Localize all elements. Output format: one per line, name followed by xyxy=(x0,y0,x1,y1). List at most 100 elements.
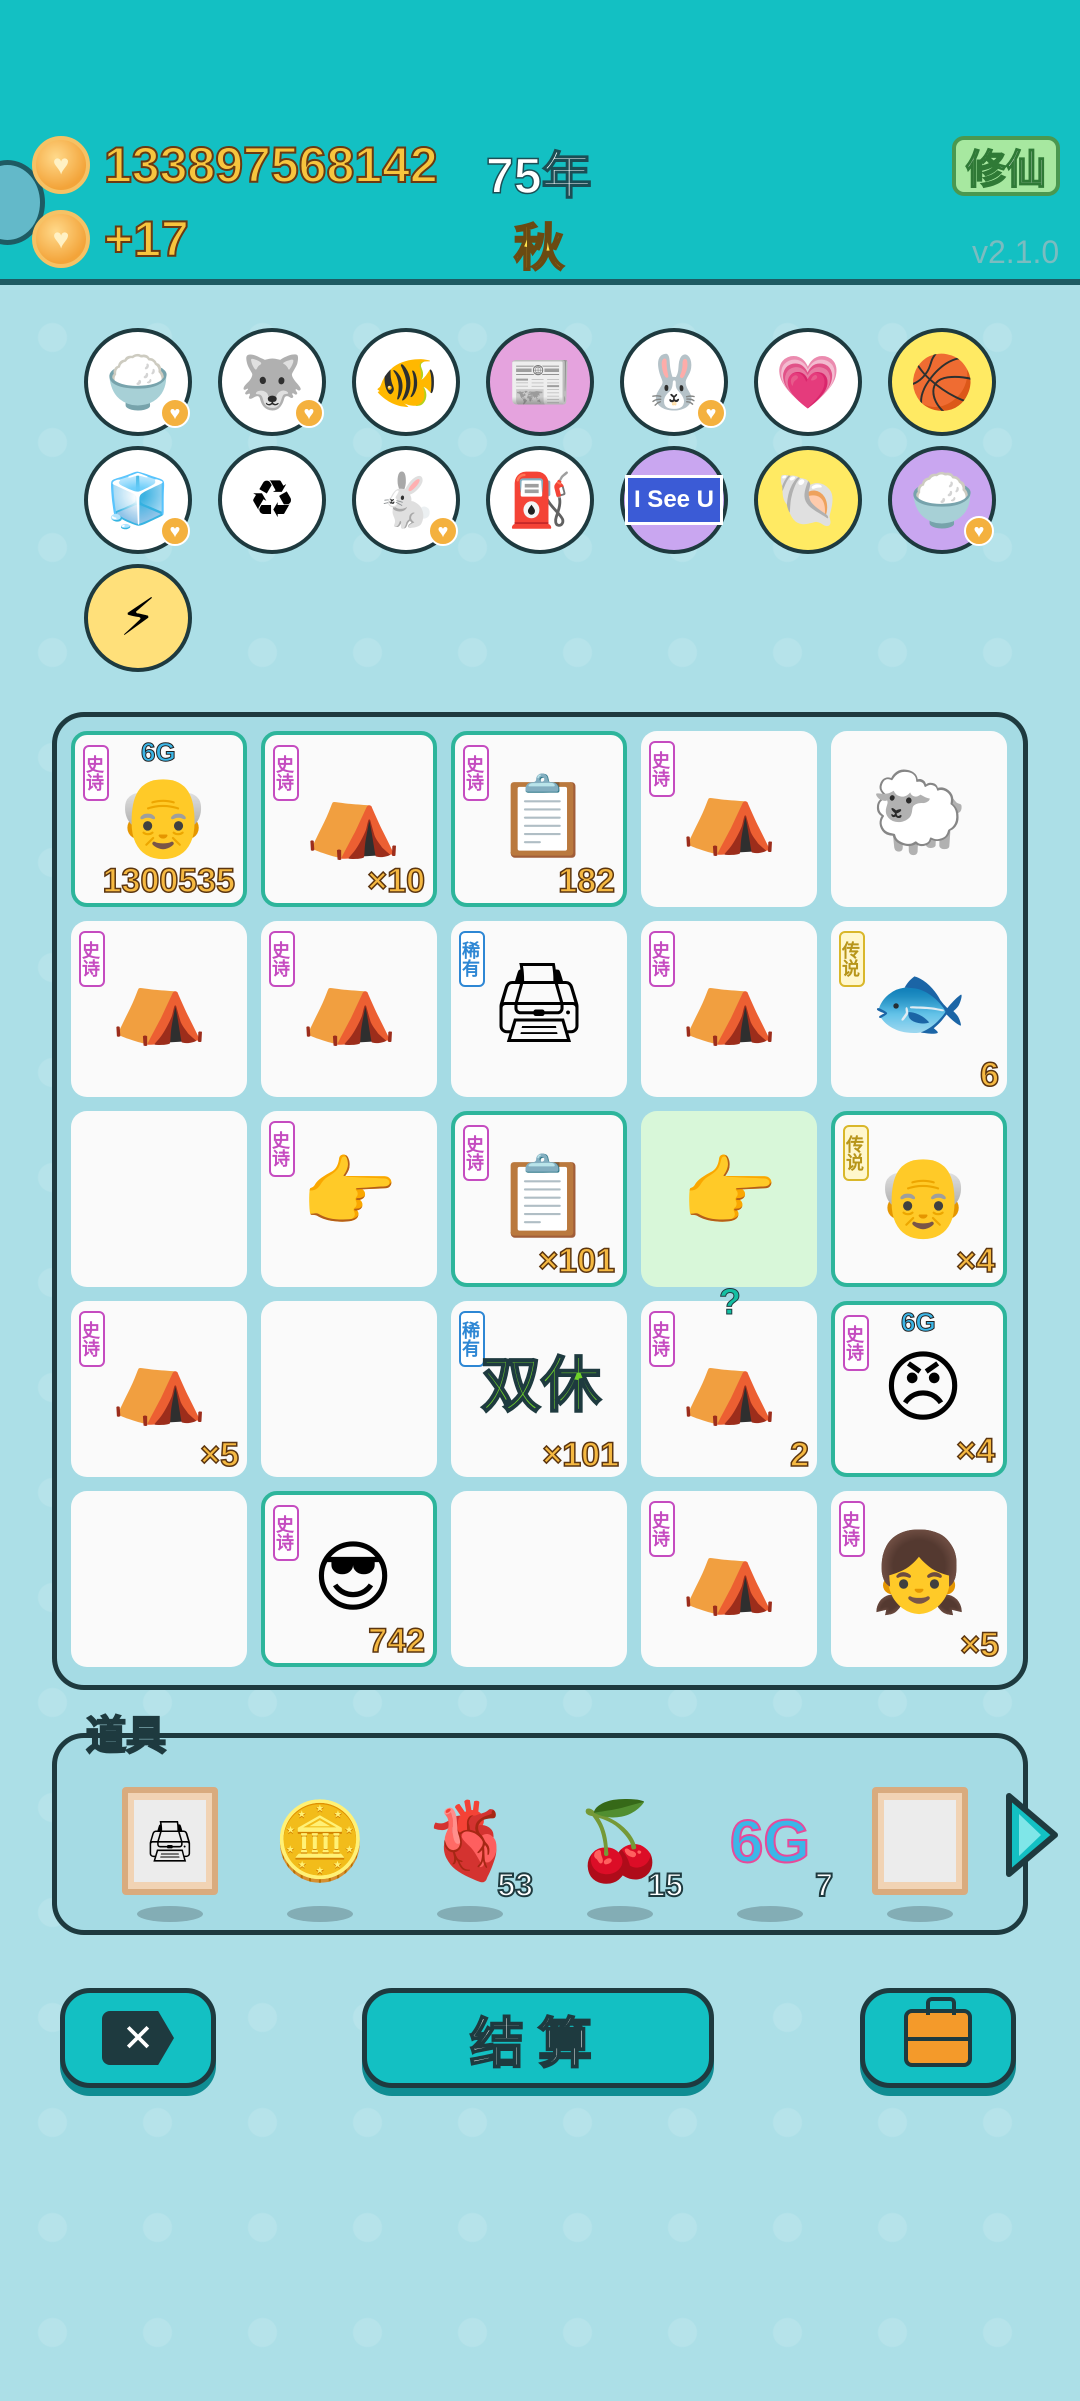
question-mark-icon: ? xyxy=(719,1281,742,1323)
top-status-bar: ♥ 133897568142 ♥ +17 75年 秋 修仙 v2.1.0 xyxy=(0,0,1080,285)
board-cell-pointing-hand-gray[interactable]: 史诗 👉 xyxy=(261,1111,437,1287)
board-cell-rabbit-tent[interactable]: 史诗 ⛺ xyxy=(641,921,817,1097)
picture-frame-icon: 🖨 xyxy=(122,1787,218,1895)
board-cell-empty[interactable] xyxy=(71,1491,247,1667)
briefcase-icon xyxy=(904,1997,972,2067)
bayberry-prop[interactable]: 🍒 15 xyxy=(565,1786,684,1922)
board-cell-sheep[interactable]: 🐑 xyxy=(831,731,1007,907)
rabbit-tent-icon: ⛺ xyxy=(680,1338,778,1426)
rarity-tag: 史诗 xyxy=(649,1501,675,1557)
backpack-button[interactable] xyxy=(860,1988,1016,2088)
heart-fan-icon[interactable]: 💗 xyxy=(754,328,862,436)
board-cell-grumpy-king[interactable]: 史诗 😠 6G ×4 xyxy=(831,1301,1007,1477)
close-button[interactable]: ✕ xyxy=(60,1988,216,2088)
settle-label: 结算 xyxy=(469,2013,606,2075)
collection-item-glyph: 🍚 xyxy=(909,471,975,530)
board-cell-green-hat-man[interactable]: 史诗 😎 742 xyxy=(261,1491,437,1667)
time-magazine-icon[interactable]: 📰 xyxy=(486,328,594,436)
air-pump-icon[interactable]: ⛽ xyxy=(486,446,594,554)
board-cell-rabbit-tent[interactable]: 史诗 ⛺ xyxy=(261,921,437,1097)
rabbit-tent-icon: ⛺ xyxy=(110,1338,208,1426)
prop-shadow xyxy=(587,1906,653,1922)
rabbit-tent-icon: ⛺ xyxy=(110,958,208,1046)
collection-item-glyph: ⛽ xyxy=(507,471,573,530)
board-cell-rabbit-tent[interactable]: 史诗 ⛺ xyxy=(641,731,817,907)
board-cell-braided-girl[interactable]: 史诗 👧 ×5 xyxy=(831,1491,1007,1667)
rabbit-tent-icon: ⛺ xyxy=(680,1528,778,1616)
6g-prop[interactable]: 6G 7 xyxy=(715,1786,834,1922)
coin-prop[interactable]: 🪙 xyxy=(265,1786,375,1922)
cell-count: ×5 xyxy=(199,1435,239,1475)
board-cell-koi-fish[interactable]: 传说 🐟 6 xyxy=(831,921,1007,1097)
rabbit-tent-icon: ⛺ xyxy=(680,768,778,856)
collection-item-glyph: 🧊 xyxy=(105,471,171,530)
collection-item-glyph: 🐇 xyxy=(373,471,439,530)
picture-frame-icon xyxy=(872,1787,968,1895)
basketballs-icon[interactable]: 🏀 xyxy=(888,328,996,436)
board-cell-rabbit-tent[interactable]: 史诗 ⛺? 2 xyxy=(641,1281,817,1477)
board-cell-bald-uncle-king[interactable]: 史诗 👴 6G 1300535 xyxy=(71,731,247,907)
double-rest-text: 双休 xyxy=(480,1351,602,1420)
collection-item-glyph: 🐚 xyxy=(775,471,841,530)
cell-count: ×5 xyxy=(959,1625,999,1665)
recycle-bag-icon[interactable]: ♻ xyxy=(218,446,326,554)
grumpy-king-icon: 😠 xyxy=(882,1342,964,1431)
heart-badge-icon: ♥ xyxy=(160,398,190,428)
board-cell-empty[interactable] xyxy=(451,1491,627,1667)
board-cell-ctrl-c-ctrl-v[interactable]: 史诗 📋 182 xyxy=(451,731,627,907)
green-hat-man-icon: 😎 xyxy=(312,1532,394,1621)
board-cell-double-rest[interactable]: 稀有 双休 ×101 xyxy=(451,1301,627,1477)
rice-bowl-icon[interactable]: 🍚 ♥ xyxy=(888,446,996,554)
rice-bowl-icon[interactable]: 🍚 ♥ xyxy=(84,328,192,436)
prop-count: 53 xyxy=(496,1866,534,1904)
prop-shadow xyxy=(137,1906,203,1922)
empty-frame-prop[interactable] xyxy=(865,1786,975,1922)
board-cell-rabbit-tent[interactable]: 史诗 ⛺ ×10 xyxy=(261,731,437,907)
cell-count: 6 xyxy=(979,1055,999,1095)
rabbit-icon[interactable]: 🐰 ♥ xyxy=(620,328,728,436)
cultivate-button[interactable]: 修仙 xyxy=(952,136,1060,196)
cell-count: ×101 xyxy=(538,1241,616,1281)
settle-button[interactable]: 结算 xyxy=(362,1988,714,2088)
heart-badge-icon: ♥ xyxy=(160,516,190,546)
coin-icon: ♥ xyxy=(32,136,90,194)
rarity-tag: 稀有 xyxy=(459,931,485,987)
husky-dog-icon[interactable]: 🐺 ♥ xyxy=(218,328,326,436)
board-cell-pointing-hand-gold[interactable]: 👉 xyxy=(641,1111,817,1287)
board-cell-golden-grandpa-king[interactable]: 传说 👴 ×4 xyxy=(831,1111,1007,1287)
prop-count: 7 xyxy=(814,1866,834,1904)
coin-prop-icon: 🪙 xyxy=(272,1799,368,1884)
rarity-tag: 史诗 xyxy=(843,1315,869,1371)
board-cell-empty[interactable] xyxy=(261,1301,437,1477)
board-cell-ctrl-c-ctrl-v[interactable]: 史诗 📋 ×101 xyxy=(451,1111,627,1287)
board-cell-printer[interactable]: 稀有 🖨 xyxy=(451,921,627,1097)
rarity-tag: 史诗 xyxy=(649,741,675,797)
close-icon: ✕ xyxy=(102,2011,174,2065)
version-label: v2.1.0 xyxy=(972,234,1060,270)
coin-total: 133897568142 xyxy=(103,136,439,194)
bald-uncle-king-icon: 👴 xyxy=(114,772,212,860)
props-bar: 🖨 🪙 🫀 53 🍒 15 6G 7 xyxy=(52,1733,1058,1935)
koi-fish-icon: 🐟 xyxy=(870,958,968,1046)
scroll-right-arrow-icon[interactable] xyxy=(1001,1792,1061,1878)
rarity-tag: 史诗 xyxy=(79,931,105,987)
lightning-icon[interactable]: ⚡ xyxy=(84,564,192,672)
rabbit-icon[interactable]: 🐇 ♥ xyxy=(352,446,460,554)
collection-item-glyph: 🏀 xyxy=(909,353,975,412)
cell-count: 1300535 xyxy=(102,861,236,901)
sugar-cubes-icon[interactable]: 🧊 ♥ xyxy=(84,446,192,554)
rarity-tag: 史诗 xyxy=(649,1311,675,1367)
printer-frame-prop[interactable]: 🖨 xyxy=(115,1786,225,1922)
liver-prop[interactable]: 🫀 53 xyxy=(415,1786,534,1922)
prop-shadow xyxy=(287,1906,353,1922)
board-cell-rabbit-tent[interactable]: 史诗 ⛺ ×5 xyxy=(71,1301,247,1477)
board-cell-rabbit-tent[interactable]: 史诗 ⛺ xyxy=(641,1491,817,1667)
rarity-tag: 传说 xyxy=(839,931,865,987)
board-cell-rabbit-tent[interactable]: 史诗 ⛺ xyxy=(71,921,247,1097)
fish-tank-icon[interactable]: 🐠 xyxy=(352,328,460,436)
i-see-u-sign-icon[interactable]: I See U xyxy=(620,446,728,554)
board-cell-empty[interactable] xyxy=(71,1111,247,1287)
collection-item-glyph: ⚡ xyxy=(119,589,157,647)
shell-icon[interactable]: 🐚 xyxy=(754,446,862,554)
rarity-tag: 史诗 xyxy=(83,745,109,801)
